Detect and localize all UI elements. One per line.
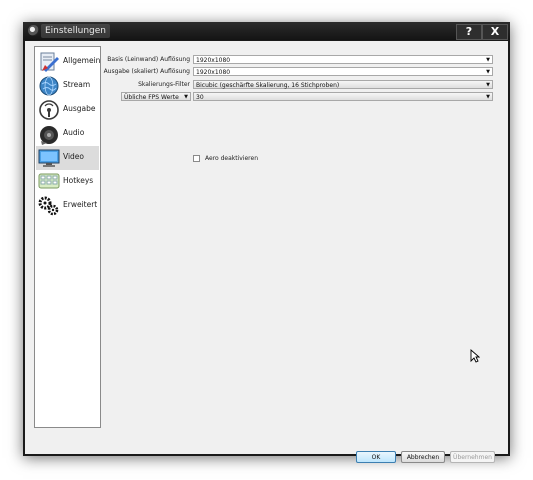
fps-value: 30 [196,94,204,101]
base-resolution-value: 1920x1080 [196,57,231,64]
sidebar-item-video[interactable]: Video [36,146,99,170]
scale-filter-value: Bicubic (geschärfte Skalierung, 16 Stich… [196,82,340,89]
gears-icon [38,196,59,216]
obs-app-icon [28,25,39,36]
chevron-down-icon: ▼ [486,57,490,63]
sidebar-item-erweitert[interactable]: Erweitert [36,194,99,218]
dialog-client-area: Allgemein Stream Ausgabe Audio Video Hot… [25,41,508,463]
stream-globe-icon [39,76,59,96]
sidebar-item-label: Video [63,152,85,161]
sidebar-item-label: Stream [63,80,91,89]
ok-button[interactable]: OK [356,451,396,463]
sidebar-item-label: Hotkeys [63,176,94,185]
cancel-button[interactable]: Abbrechen [401,451,445,463]
chevron-down-icon: ▼ [486,82,490,88]
sidebar-item-label: Audio [63,128,85,137]
scale-filter-label: Skalierungs-Filter [138,81,190,88]
output-icon [39,100,59,120]
keyboard-icon [38,173,60,189]
apply-button[interactable]: Übernehmen [450,451,495,463]
sidebar-item-label: Erweitert [63,200,98,209]
title-bar[interactable]: Einstellungen ? X [23,22,510,40]
sidebar-item-stream[interactable]: Stream [36,74,99,98]
fps-mode-combo[interactable]: Übliche FPS Werte ▼ [121,92,191,101]
output-resolution-value: 1920x1080 [196,69,231,76]
aero-disable-checkbox[interactable] [193,155,200,162]
close-button[interactable]: X [482,24,508,40]
general-icon [40,52,59,72]
fps-value-combo[interactable]: 30 ▼ [193,92,493,101]
chevron-down-icon: ▼ [486,69,490,75]
scale-filter-combo[interactable]: Bicubic (geschärfte Skalierung, 16 Stich… [193,80,493,89]
output-resolution-label: Ausgabe (skaliert) Auflösung [103,68,190,75]
sidebar-item-hotkeys[interactable]: Hotkeys [36,170,99,194]
chevron-down-icon: ▼ [486,94,490,100]
sidebar-item-label: Allgemein [63,56,101,65]
sidebar-item-allgemein[interactable]: Allgemein [36,50,101,74]
chevron-down-icon: ▼ [184,94,188,100]
help-button[interactable]: ? [456,24,482,40]
fps-mode-value: Übliche FPS Werte [124,94,179,101]
base-resolution-combo[interactable]: 1920x1080 ▼ [193,55,493,64]
window-title: Einstellungen [41,24,111,38]
monitor-icon [38,149,60,167]
sidebar-item-audio[interactable]: Audio [36,122,99,146]
mouse-cursor-icon [470,349,480,363]
output-resolution-combo[interactable]: 1920x1080 ▼ [193,67,493,76]
speaker-icon [40,126,58,145]
base-resolution-label: Basis (Leinwand) Auflösung [107,56,190,63]
settings-window: Einstellungen ? X Allgemein Stream Ausga… [23,22,510,463]
settings-sidebar: Allgemein Stream Ausgabe Audio Video Hot… [34,46,101,428]
sidebar-item-ausgabe[interactable]: Ausgabe [36,98,99,122]
aero-disable-label[interactable]: Aero deaktivieren [205,155,258,162]
sidebar-item-label: Ausgabe [63,104,96,113]
